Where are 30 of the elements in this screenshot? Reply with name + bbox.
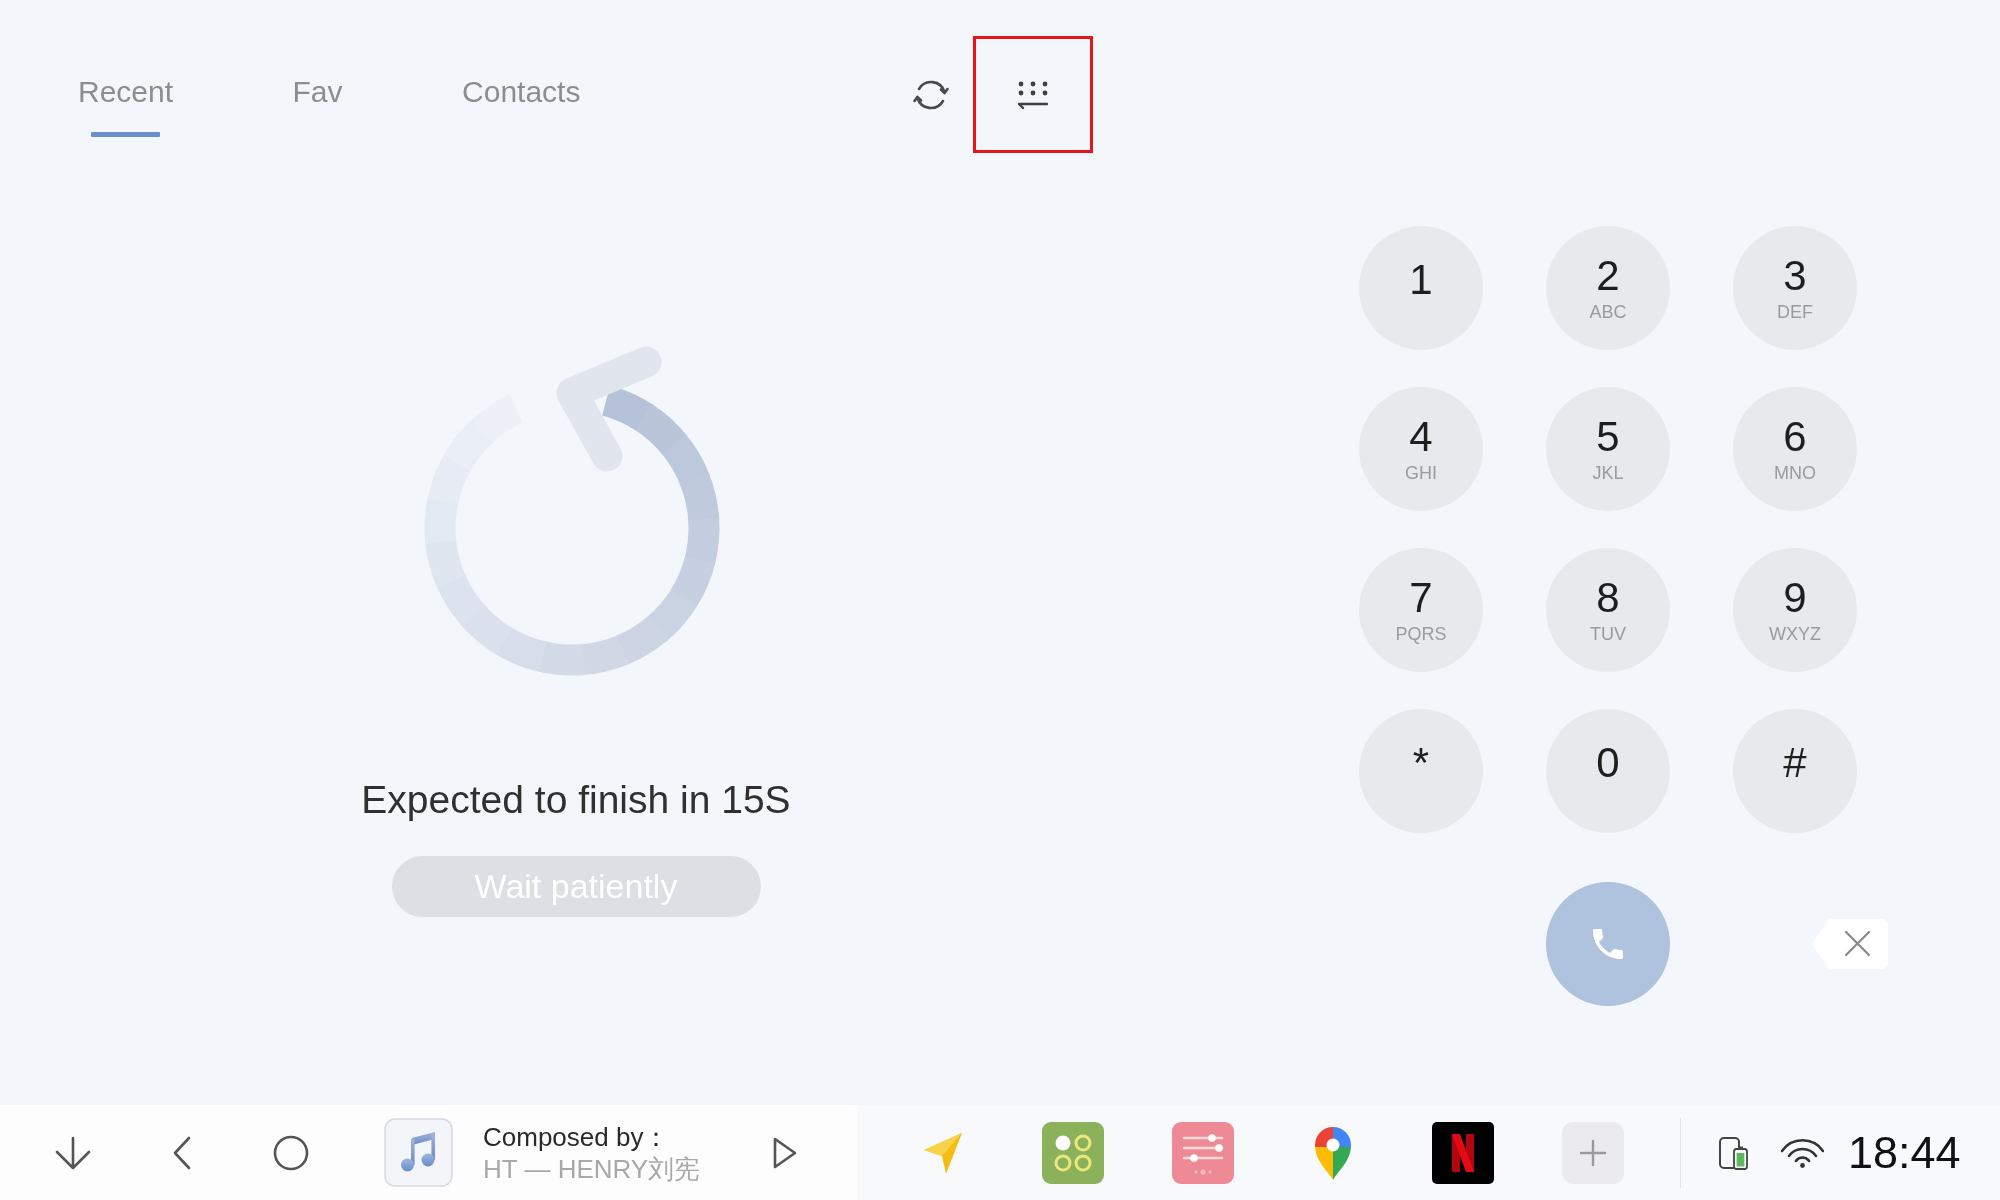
dial-key[interactable]: 9 WXYZ xyxy=(1733,548,1857,672)
letter-n-app-icon[interactable] xyxy=(1432,1121,1494,1184)
dial-key[interactable]: 6 MNO xyxy=(1733,387,1857,511)
circles-app-icon[interactable] xyxy=(1042,1121,1104,1184)
dial-key[interactable]: 0 xyxy=(1546,709,1670,833)
add-app-icon[interactable] xyxy=(1562,1121,1624,1184)
keypad-icon[interactable] xyxy=(1015,79,1051,110)
wifi-icon xyxy=(1781,1136,1824,1169)
media-title: Composed by： xyxy=(483,1120,671,1153)
home-icon[interactable] xyxy=(273,1134,309,1171)
dial-key[interactable]: 4 GHI xyxy=(1359,387,1483,511)
dial-key[interactable]: 1 xyxy=(1359,226,1483,350)
dial-key[interactable]: 8 TUV xyxy=(1546,548,1670,672)
music-note-icon[interactable] xyxy=(384,1118,453,1187)
dial-key[interactable]: 2 ABC xyxy=(1546,226,1670,350)
down-arrow-icon[interactable] xyxy=(54,1135,92,1170)
dial-key[interactable]: 5 JKL xyxy=(1546,387,1670,511)
sliders-app-icon[interactable] xyxy=(1172,1121,1234,1184)
dialpad-toggle-button[interactable] xyxy=(973,36,1093,153)
media-subtitle: HT — HENRY刘宪 xyxy=(483,1152,702,1185)
play-icon[interactable] xyxy=(772,1135,798,1170)
backspace-icon[interactable] xyxy=(1811,918,1889,970)
dial-key[interactable]: 7 PQRS xyxy=(1359,548,1483,672)
dial-key[interactable]: # xyxy=(1733,709,1857,833)
clock: 18:44 xyxy=(1848,1126,1961,1179)
dial-key[interactable]: * xyxy=(1359,709,1483,833)
dial-key[interactable]: 3 DEF xyxy=(1733,226,1857,350)
phone-battery-icon xyxy=(1718,1135,1750,1170)
back-icon[interactable] xyxy=(172,1135,192,1170)
status-message: Expected to finish in 15S xyxy=(361,777,791,823)
